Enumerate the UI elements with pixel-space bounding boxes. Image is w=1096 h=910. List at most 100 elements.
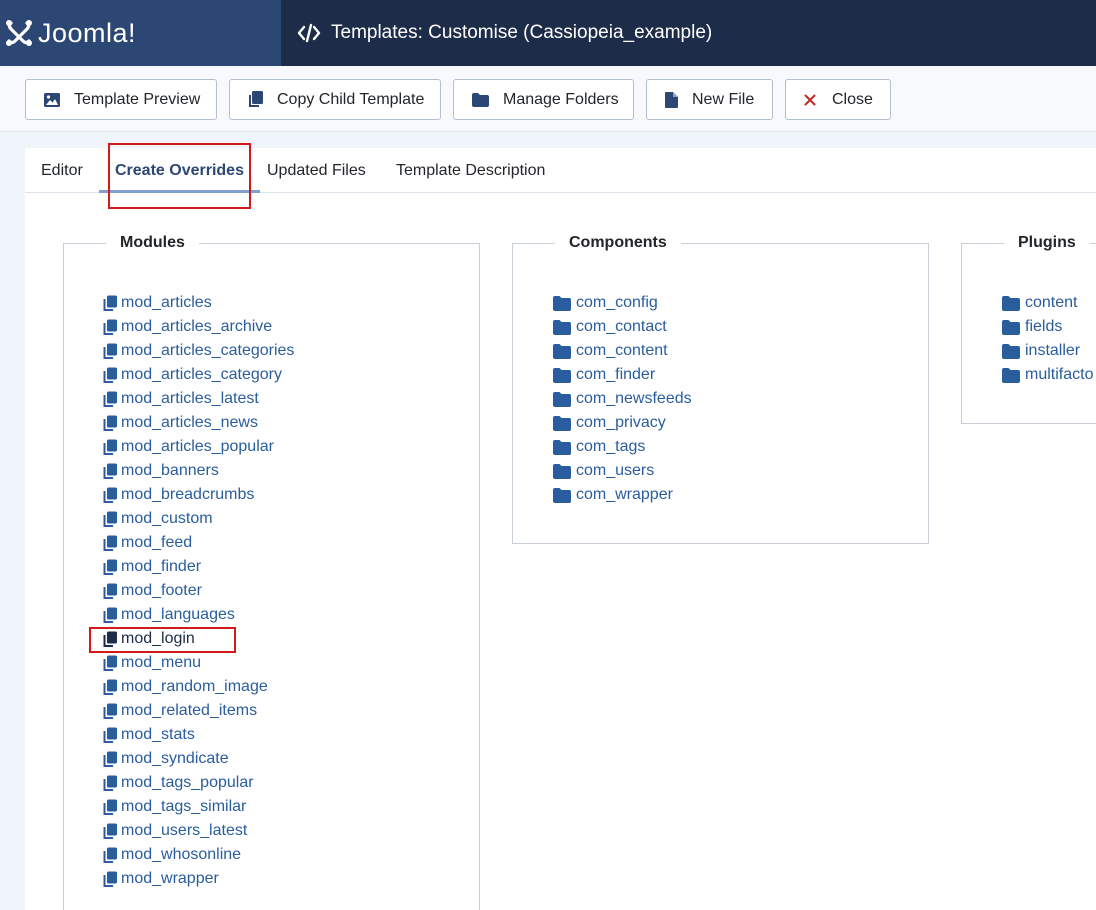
folder-icon [472, 92, 489, 107]
components-item-com-newsfeeds[interactable]: com_newsfeeds [553, 387, 692, 411]
copy-icon [249, 91, 263, 107]
copy-child-template-label: Copy Child Template [277, 90, 425, 108]
modules-item-mod-related-items[interactable]: mod_related_items [102, 699, 257, 723]
item-label: com_privacy [576, 414, 666, 431]
components-item-com-config[interactable]: com_config [553, 291, 658, 315]
item-label: mod_feed [121, 534, 193, 551]
close-icon [804, 94, 816, 105]
modules-item-mod-stats[interactable]: mod_stats [102, 723, 195, 747]
copy-icon [103, 823, 117, 839]
modules-item-mod-feed[interactable]: mod_feed [102, 531, 192, 555]
copy-child-template-button[interactable]: Copy Child Template [229, 79, 441, 120]
copy-icon [103, 439, 117, 455]
item-label: com_contact [576, 318, 667, 335]
plugins-item-multifacto[interactable]: multifacto [1002, 363, 1093, 387]
components-item-com-finder[interactable]: com_finder [553, 363, 655, 387]
close-button[interactable]: Close [785, 79, 891, 120]
components-item-com-content[interactable]: com_content [553, 339, 668, 363]
plugins-title: Plugins [1004, 234, 1090, 252]
item-label: mod_login [121, 630, 195, 647]
components-item-com-tags[interactable]: com_tags [553, 435, 645, 459]
folder-icon [553, 439, 571, 455]
item-label: mod_wrapper [121, 870, 219, 887]
modules-item-mod-random-image[interactable]: mod_random_image [102, 675, 268, 699]
modules-item-mod-wrapper[interactable]: mod_wrapper [102, 867, 219, 891]
copy-icon [103, 799, 117, 815]
components-item-com-contact[interactable]: com_contact [553, 315, 667, 339]
modules-item-mod-banners[interactable]: mod_banners [102, 459, 219, 483]
modules-item-mod-login[interactable]: mod_login [102, 627, 195, 651]
item-label: mod_articles_popular [121, 438, 274, 455]
copy-icon [103, 391, 117, 407]
folder-icon [553, 367, 571, 383]
folder-icon [1002, 295, 1020, 311]
item-label: content [1025, 294, 1078, 311]
folder-icon [1002, 319, 1020, 335]
modules-item-mod-syndicate[interactable]: mod_syndicate [102, 747, 229, 771]
item-label: mod_finder [121, 558, 202, 575]
modules-item-mod-articles-latest[interactable]: mod_articles_latest [102, 387, 259, 411]
folder-icon [553, 295, 571, 311]
copy-icon [103, 631, 117, 647]
modules-item-mod-articles-categories[interactable]: mod_articles_categories [102, 339, 294, 363]
modules-item-mod-articles-popular[interactable]: mod_articles_popular [102, 435, 274, 459]
item-label: mod_tags_popular [121, 774, 254, 791]
manage-folders-button[interactable]: Manage Folders [453, 79, 634, 120]
modules-item-mod-whosonline[interactable]: mod_whosonline [102, 843, 241, 867]
copy-icon [103, 511, 117, 527]
item-label: fields [1025, 318, 1063, 335]
item-label: com_newsfeeds [576, 390, 692, 407]
components-item-com-wrapper[interactable]: com_wrapper [553, 483, 673, 507]
item-label: com_finder [576, 366, 656, 383]
modules-item-mod-tags-similar[interactable]: mod_tags_similar [102, 795, 246, 819]
item-label: multifacto [1025, 366, 1094, 383]
item-label: mod_users_latest [121, 822, 248, 839]
modules-item-mod-footer[interactable]: mod_footer [102, 579, 202, 603]
copy-icon [103, 583, 117, 599]
tab-template-description[interactable]: Template Description [380, 148, 561, 193]
item-label: mod_menu [121, 654, 202, 671]
modules-item-mod-articles[interactable]: mod_articles [102, 291, 212, 315]
copy-icon [103, 703, 117, 719]
tab-create-overrides[interactable]: Create Overrides [99, 148, 260, 193]
item-label: com_wrapper [576, 486, 673, 503]
tab-editor[interactable]: Editor [25, 148, 99, 193]
item-label: com_users [576, 462, 655, 479]
copy-icon [103, 727, 117, 743]
toolbar: Template Preview Copy Child Template Man… [0, 66, 1096, 132]
plugins-item-content[interactable]: content [1002, 291, 1077, 315]
modules-item-mod-languages[interactable]: mod_languages [102, 603, 235, 627]
item-label: mod_custom [121, 510, 213, 527]
copy-icon [103, 463, 117, 479]
modules-item-mod-articles-category[interactable]: mod_articles_category [102, 363, 282, 387]
tab-updated-files[interactable]: Updated Files [251, 148, 382, 193]
new-file-button[interactable]: New File [646, 79, 773, 120]
components-item-com-privacy[interactable]: com_privacy [553, 411, 666, 435]
modules-item-mod-breadcrumbs[interactable]: mod_breadcrumbs [102, 483, 254, 507]
folder-icon [1002, 367, 1020, 383]
modules-item-mod-finder[interactable]: mod_finder [102, 555, 201, 579]
joomla-logo[interactable]: Joomla! [0, 0, 281, 66]
modules-item-mod-custom[interactable]: mod_custom [102, 507, 213, 531]
modules-item-mod-tags-popular[interactable]: mod_tags_popular [102, 771, 254, 795]
template-preview-button[interactable]: Template Preview [25, 79, 217, 120]
item-label: mod_articles_archive [121, 318, 273, 335]
folder-icon [553, 319, 571, 335]
modules-item-mod-articles-news[interactable]: mod_articles_news [102, 411, 258, 435]
modules-item-mod-users-latest[interactable]: mod_users_latest [102, 819, 247, 843]
plugins-item-fields[interactable]: fields [1002, 315, 1062, 339]
tab-bar: Editor Create Overrides Updated Files Te… [25, 148, 1096, 193]
top-header: Joomla! Templates: Customise (Cassiopeia… [0, 0, 1096, 66]
plugins-item-installer[interactable]: installer [1002, 339, 1080, 363]
item-label: mod_articles_category [121, 366, 282, 383]
modules-item-mod-menu[interactable]: mod_menu [102, 651, 201, 675]
item-label: mod_banners [121, 462, 219, 479]
components-item-com-users[interactable]: com_users [553, 459, 654, 483]
joomla-logo-icon [6, 20, 32, 46]
copy-icon [103, 751, 117, 767]
item-label: mod_articles [121, 294, 212, 311]
code-icon [297, 23, 321, 43]
page-title: Templates: Customise (Cassiopeia_example… [281, 0, 712, 66]
item-label: com_content [576, 342, 668, 359]
modules-item-mod-articles-archive[interactable]: mod_articles_archive [102, 315, 272, 339]
